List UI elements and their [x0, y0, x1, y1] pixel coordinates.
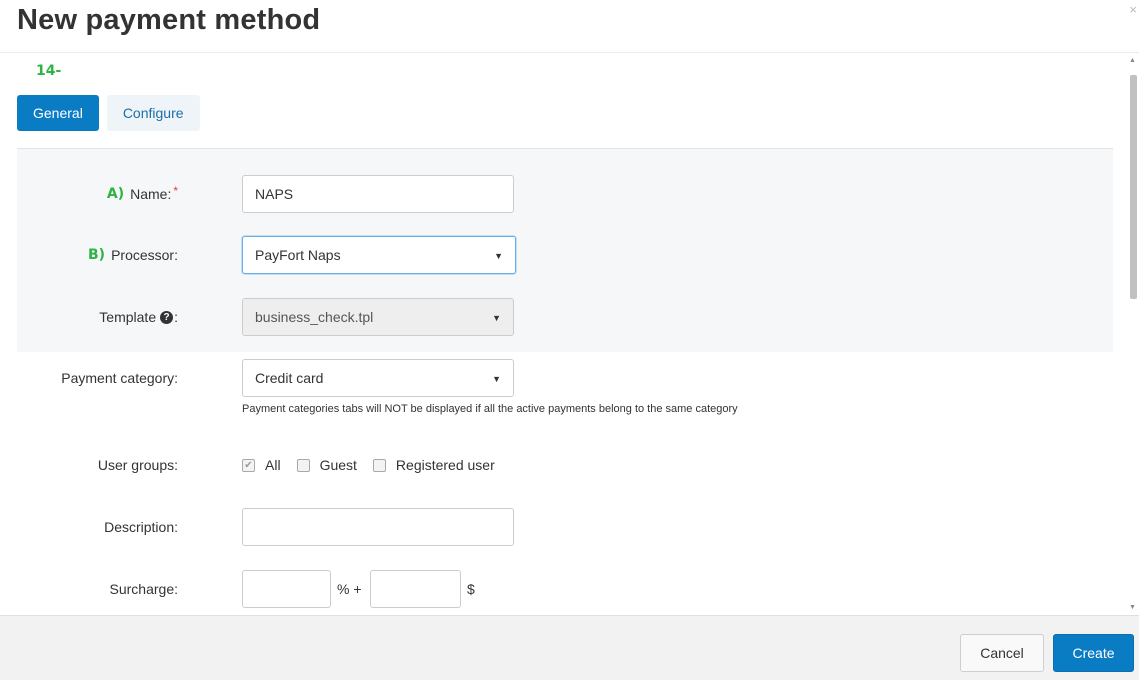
checkbox-registered-user-label: Registered user [395, 457, 495, 473]
processor-label: Processor: [111, 247, 178, 263]
scrollbar[interactable]: ▲ ▼ [1129, 53, 1137, 615]
template-select: business_check.tpl ▼ [242, 298, 514, 336]
close-icon[interactable]: × [1129, 3, 1137, 16]
name-input-value: NAPS [255, 186, 294, 202]
surcharge-amount-input[interactable] [370, 570, 461, 608]
name-annotation: A) [106, 186, 125, 202]
scroll-thumb[interactable] [1130, 75, 1137, 299]
scroll-down-icon[interactable]: ▼ [1129, 604, 1136, 611]
payment-category-value: Credit card [255, 370, 324, 386]
tab-configure[interactable]: Configure [106, 95, 200, 131]
chevron-down-icon: ▼ [494, 251, 503, 261]
payment-category-select[interactable]: Credit card ▼ [242, 359, 514, 397]
surcharge-percent-input[interactable] [242, 570, 331, 608]
name-label-group: A) Name: * [107, 175, 178, 213]
description-row: Description: [0, 508, 1100, 546]
template-label: Template [99, 309, 157, 325]
chevron-down-icon: ▼ [492, 313, 501, 323]
user-groups-row: User groups: ✔ All Guest Registered user [0, 446, 1100, 484]
step-annotation: 14- [36, 63, 62, 79]
template-row: Template ? : business_check.tpl ▼ [0, 298, 1100, 336]
checkbox-all-label: All [265, 457, 281, 473]
payment-category-hint: Payment categories tabs will NOT be disp… [242, 403, 738, 415]
dialog-body[interactable]: 14- General Configure A) Name: * NAPS B)… [0, 53, 1139, 615]
cancel-button[interactable]: Cancel [960, 634, 1044, 672]
template-select-value: business_check.tpl [255, 309, 374, 325]
tab-general[interactable]: General [17, 95, 99, 131]
surcharge-percent-unit: % + [337, 581, 362, 597]
dialog-footer: Cancel Create [0, 615, 1139, 680]
user-groups-label: User groups: [97, 457, 178, 473]
help-icon[interactable]: ? [160, 310, 174, 324]
surcharge-row: Surcharge: % + $ [0, 570, 1100, 608]
description-input[interactable] [242, 508, 514, 546]
template-label-suffix: : [174, 309, 178, 325]
processor-annotation: B) [88, 247, 106, 263]
checkbox-guest-label: Guest [319, 457, 357, 473]
required-marker: * [173, 184, 178, 198]
surcharge-currency-unit: $ [467, 581, 475, 597]
name-label: Name: [130, 186, 172, 202]
checkbox-registered-user[interactable] [372, 458, 386, 472]
processor-select[interactable]: PayFort Naps ▼ [242, 236, 516, 274]
user-groups-options: ✔ All Guest Registered user [242, 446, 511, 484]
checkbox-all[interactable]: ✔ [242, 458, 255, 472]
tab-bar: General Configure [17, 95, 208, 131]
payment-category-label: Payment category: [61, 370, 178, 386]
payment-category-row: Payment category: Credit card ▼ [0, 359, 1100, 397]
processor-row: B) Processor: PayFort Naps ▼ [0, 236, 1100, 274]
dialog-title: New payment method [17, 4, 321, 36]
create-button[interactable]: Create [1053, 634, 1134, 672]
processor-select-value: PayFort Naps [255, 247, 341, 263]
checkbox-guest[interactable] [296, 458, 310, 472]
description-label: Description: [104, 519, 178, 535]
template-label-group: Template ? : [99, 298, 178, 336]
name-input[interactable]: NAPS [242, 175, 514, 213]
chevron-down-icon: ▼ [492, 374, 501, 384]
scroll-up-icon[interactable]: ▲ [1129, 57, 1136, 64]
processor-label-group: B) Processor: [88, 236, 178, 274]
name-row: A) Name: * NAPS [0, 175, 1100, 213]
surcharge-label: Surcharge: [109, 581, 178, 597]
